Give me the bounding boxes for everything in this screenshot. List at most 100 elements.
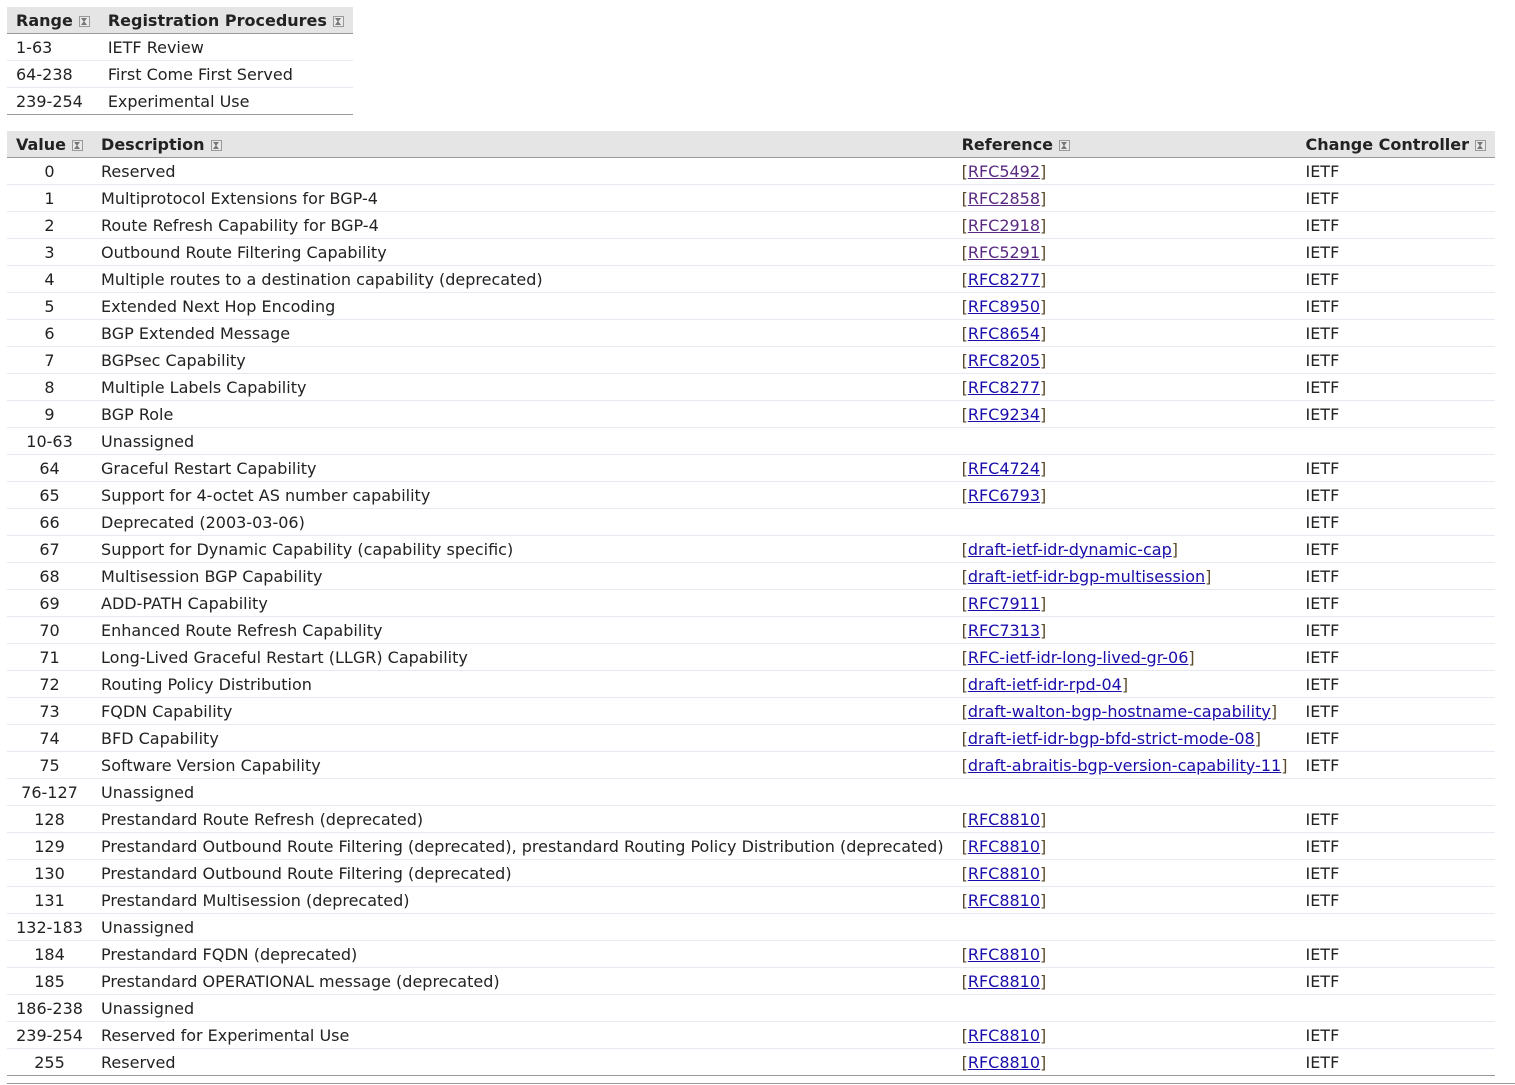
change-controller-cell bbox=[1296, 778, 1496, 806]
reference-cell: [draft-walton-bgp-hostname-capability] bbox=[952, 697, 1297, 725]
reference-link[interactable]: draft-ietf-idr-bgp-bfd-strict-mode-08 bbox=[968, 729, 1255, 748]
bracket-close: ] bbox=[1040, 242, 1047, 262]
reference-link[interactable]: RFC9234 bbox=[968, 405, 1040, 424]
reference-link[interactable]: RFC7313 bbox=[968, 621, 1040, 640]
value-cell: 130 bbox=[7, 859, 93, 887]
sort-icon[interactable] bbox=[78, 15, 90, 27]
description-cell: Routing Policy Distribution bbox=[92, 670, 953, 698]
table-row: 74 BFD Capability [draft-ietf-idr-bgp-bfd-… bbox=[7, 724, 1496, 752]
reference-link[interactable]: RFC8810 bbox=[968, 972, 1040, 991]
description-cell: Long-Lived Graceful Restart (LLGR) Capab… bbox=[92, 643, 953, 671]
reference-link[interactable]: RFC8950 bbox=[968, 297, 1040, 316]
change-controller-cell: IETF bbox=[1296, 211, 1496, 239]
reference-link[interactable]: RFC4724 bbox=[968, 459, 1040, 478]
table-row: 70 Enhanced Route Refresh Capability [RFC7… bbox=[7, 616, 1496, 644]
change-controller-cell: IETF bbox=[1296, 670, 1496, 698]
reference-link[interactable]: RFC-ietf-idr-long-lived-gr-06 bbox=[968, 648, 1189, 667]
value-cell: 129 bbox=[7, 832, 93, 860]
reference-link[interactable]: RFC8205 bbox=[968, 351, 1040, 370]
reference-link[interactable]: RFC8810 bbox=[968, 864, 1040, 883]
description-cell: FQDN Capability bbox=[92, 697, 953, 725]
bracket-close: ] bbox=[1188, 647, 1195, 667]
column-header-description[interactable]: Description bbox=[92, 131, 953, 158]
value-cell: 10-63 bbox=[7, 427, 93, 455]
reference-link[interactable]: draft-walton-bgp-hostname-capability bbox=[968, 702, 1271, 721]
reference-link[interactable]: RFC8810 bbox=[968, 1053, 1040, 1072]
reference-link[interactable]: RFC6793 bbox=[968, 486, 1040, 505]
column-header-reference[interactable]: Reference bbox=[952, 131, 1297, 158]
bracket-close: ] bbox=[1205, 566, 1212, 586]
reference-link[interactable]: RFC7911 bbox=[968, 594, 1040, 613]
table-row: 131 Prestandard Multisession (deprecated)… bbox=[7, 886, 1496, 914]
change-controller-cell: IETF bbox=[1296, 481, 1496, 509]
value-cell: 6 bbox=[7, 319, 93, 347]
table-row: 66 Deprecated (2003-03-06) IETF bbox=[7, 508, 1496, 536]
table-row: 6 BGP Extended Message [RFC8654] IETF bbox=[7, 319, 1496, 347]
reference-link[interactable]: draft-ietf-idr-bgp-multisession bbox=[968, 567, 1205, 586]
value-cell: 128 bbox=[7, 805, 93, 833]
value-cell: 75 bbox=[7, 751, 93, 779]
table-row: 9 BGP Role [RFC9234] IETF bbox=[7, 400, 1496, 428]
reference-cell: [RFC8205] bbox=[952, 346, 1297, 374]
bracket-close: ] bbox=[1040, 404, 1047, 424]
value-cell: 68 bbox=[7, 562, 93, 590]
description-cell: Graceful Restart Capability bbox=[92, 454, 953, 482]
reference-cell: [RFC8950] bbox=[952, 292, 1297, 320]
description-cell: Prestandard FQDN (deprecated) bbox=[92, 940, 953, 968]
reference-link[interactable]: RFC8810 bbox=[968, 837, 1040, 856]
reference-link[interactable]: RFC8810 bbox=[968, 891, 1040, 910]
change-controller-cell: IETF bbox=[1296, 967, 1496, 995]
change-controller-cell: IETF bbox=[1296, 832, 1496, 860]
sort-icon[interactable] bbox=[72, 139, 84, 151]
reference-link[interactable]: RFC8277 bbox=[968, 378, 1040, 397]
description-cell: Reserved bbox=[92, 1048, 953, 1076]
value-cell: 73 bbox=[7, 697, 93, 725]
description-cell: Unassigned bbox=[92, 778, 953, 806]
sort-icon[interactable] bbox=[210, 139, 222, 151]
reference-link[interactable]: draft-ietf-idr-dynamic-cap bbox=[968, 540, 1172, 559]
description-cell: ADD-PATH Capability bbox=[92, 589, 953, 617]
range-cell: 1-63 bbox=[7, 33, 99, 61]
value-cell: 76-127 bbox=[7, 778, 93, 806]
change-controller-cell: IETF bbox=[1296, 643, 1496, 671]
reference-cell: [RFC6793] bbox=[952, 481, 1297, 509]
description-cell: Prestandard Outbound Route Filtering (de… bbox=[92, 859, 953, 887]
reference-link[interactable]: RFC8810 bbox=[968, 945, 1040, 964]
description-cell: Unassigned bbox=[92, 427, 953, 455]
reference-cell: [RFC8810] bbox=[952, 1021, 1297, 1049]
column-header-registration-procedures[interactable]: Registration Procedures bbox=[98, 7, 353, 34]
table-row: 68 Multisession BGP Capability [draft-ietf… bbox=[7, 562, 1496, 590]
reference-link[interactable]: draft-abraitis-bgp-version-capability-11 bbox=[968, 756, 1281, 775]
change-controller-cell: IETF bbox=[1296, 265, 1496, 293]
reference-link[interactable]: RFC5291 bbox=[968, 243, 1040, 262]
bracket-close: ] bbox=[1040, 188, 1047, 208]
reference-link[interactable]: RFC5492 bbox=[968, 162, 1040, 181]
reference-cell: [draft-ietf-idr-rpd-04] bbox=[952, 670, 1297, 698]
reference-link[interactable]: RFC8654 bbox=[968, 324, 1040, 343]
bracket-close: ] bbox=[1040, 971, 1047, 991]
reference-link[interactable]: RFC2918 bbox=[968, 216, 1040, 235]
sort-icon[interactable] bbox=[1475, 139, 1487, 151]
bracket-close: ] bbox=[1040, 1052, 1047, 1072]
sort-icon[interactable] bbox=[1059, 139, 1071, 151]
reference-cell: [draft-ietf-idr-dynamic-cap] bbox=[952, 535, 1297, 563]
table-row: 185 Prestandard OPERATIONAL message (depr… bbox=[7, 967, 1496, 995]
description-cell: Prestandard Route Refresh (deprecated) bbox=[92, 805, 953, 833]
change-controller-cell: IETF bbox=[1296, 373, 1496, 401]
procedure-cell: IETF Review bbox=[98, 33, 353, 61]
reference-link[interactable]: draft-ietf-idr-rpd-04 bbox=[968, 675, 1122, 694]
bracket-close: ] bbox=[1040, 890, 1047, 910]
bracket-close: ] bbox=[1281, 755, 1288, 775]
reference-cell: [RFC8810] bbox=[952, 886, 1297, 914]
reference-link[interactable]: RFC8277 bbox=[968, 270, 1040, 289]
table-row: 73 FQDN Capability [draft-walton-bgp-hostn… bbox=[7, 697, 1496, 725]
column-header-value[interactable]: Value bbox=[7, 131, 93, 158]
reference-link[interactable]: RFC2858 bbox=[968, 189, 1040, 208]
column-header-range[interactable]: Range bbox=[7, 7, 99, 34]
reference-link[interactable]: RFC8810 bbox=[968, 1026, 1040, 1045]
sort-icon[interactable] bbox=[332, 15, 344, 27]
bracket-close: ] bbox=[1040, 485, 1047, 505]
reference-link[interactable]: RFC8810 bbox=[968, 810, 1040, 829]
column-header-change-controller[interactable]: Change Controller bbox=[1296, 131, 1496, 158]
reference-cell: [RFC8810] bbox=[952, 832, 1297, 860]
